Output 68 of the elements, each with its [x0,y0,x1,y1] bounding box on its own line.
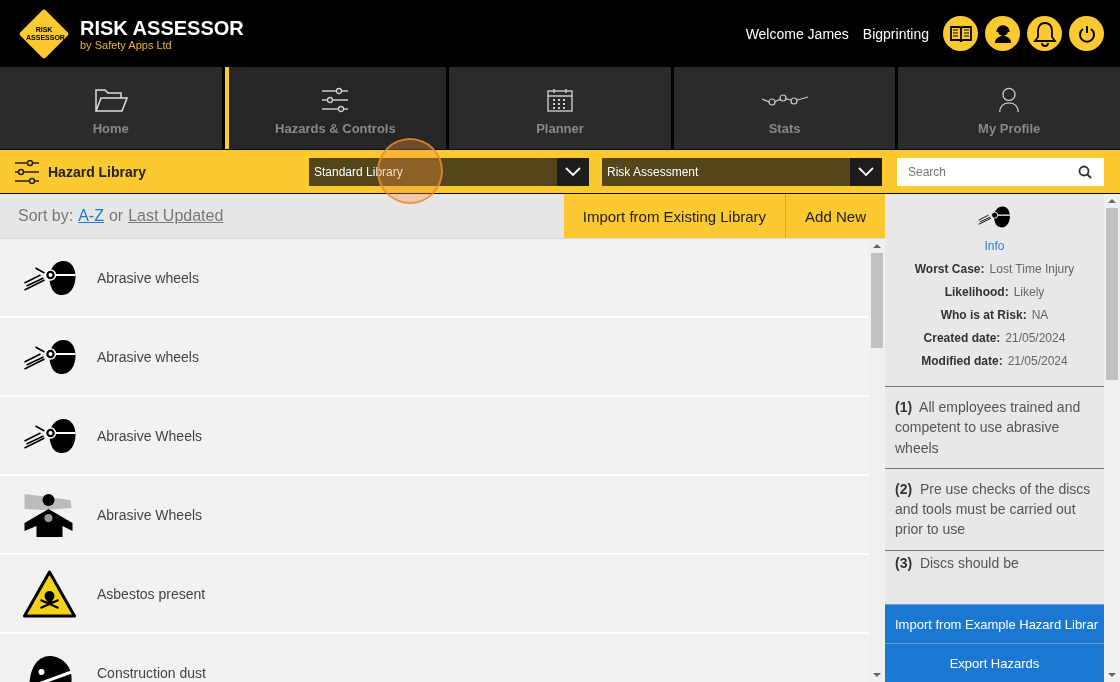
notifications-button[interactable] [1027,16,1062,51]
sort-link[interactable]: Last Updated [128,207,224,225]
calendar-icon [547,87,573,113]
scroll-up-icon[interactable] [873,243,881,249]
panel-button[interactable]: Import from Example Hazard Librar [885,604,1104,643]
nav-tab[interactable]: Home [0,67,222,149]
skull-warning-sign-icon [22,569,77,618]
book-icon [949,24,972,43]
power-icon [1077,24,1096,43]
power-button[interactable] [1069,16,1104,51]
app-title: RISK ASSESSOR [80,16,244,39]
info-label: Worst Case: [914,262,985,276]
info-value: 21/05/2024 [1007,354,1068,368]
page-title: Hazard Library [48,163,147,180]
info-label: Created date: [923,331,1001,345]
headset-person-icon [992,23,1013,44]
goggles-head-icon [978,206,1011,228]
action-button[interactable]: Import from Existing Library [563,194,786,238]
panel-button[interactable]: Export Hazards [885,643,1104,682]
scroll-up-icon[interactable] [1108,198,1116,204]
info-value: Lost Time Injury [989,262,1075,276]
assessment-type-select[interactable]: Risk Assessment [602,157,882,186]
sliders-icon [321,87,350,113]
sliders-icon [14,159,40,184]
control-measure: (1) All employees trained and competent to use abrasive wheels [895,399,1081,456]
library-select[interactable]: Standard Library [309,157,589,186]
app-subtitle: by Safety Apps Ltd [80,38,173,51]
person-icon [997,87,1022,113]
info-value: 21/05/2024 [1005,331,1066,345]
control-measure: (3) Discs should be [895,554,1019,571]
scroll-thumb[interactable] [1106,208,1118,380]
support-button[interactable] [985,16,1020,51]
nav-tab[interactable]: Stats [673,67,896,149]
sort-link[interactable]: A-Z [78,207,104,225]
control-measure: (2) Pre use checks of the discs and tools must be carried out prior to use [895,480,1091,538]
hazard-name: Abrasive wheels [97,348,199,365]
welcome-text: Welcome James [745,25,849,42]
book-button[interactable] [943,16,978,51]
search-field[interactable]: Search [897,157,1104,186]
hazard-name: Construction dust [97,664,206,681]
chevron-down-icon [858,167,874,176]
scroll-down-icon[interactable] [1108,672,1116,678]
goggles-head-icon [22,259,77,296]
goggles-head-icon [22,338,77,375]
info-value: Likely [1013,285,1045,299]
scroll-down-icon[interactable] [873,672,881,678]
nav-tab[interactable]: Planner [449,67,671,149]
hazard-name: Asbestos present [97,585,206,602]
nav-tab[interactable]: Hazards & Controls [224,67,447,149]
info-label: Likelihood: [944,285,1009,299]
hazard-name: Abrasive wheels [97,269,199,286]
sort-label: Sort by: [18,207,74,225]
search-icon [1078,164,1092,179]
sort-joiner: or [108,207,124,225]
scroll-thumb[interactable] [871,253,883,348]
goggles-head-icon [22,417,77,454]
info-value: NA [1031,308,1049,322]
info-label: Modified date: [921,354,1003,368]
hazard-name: Abrasive Wheels [97,506,203,523]
action-button[interactable]: Add New [786,194,885,238]
chevron-down-icon [565,167,581,176]
info-heading: Info [984,239,1005,253]
company-name: Bigprinting [862,25,929,42]
info-label: Who is at Risk: [940,308,1027,322]
nav-tab[interactable]: My Profile [898,67,1120,149]
bell-icon [1032,20,1057,47]
folder-icon [93,87,128,113]
hazard-name: Abrasive Wheels [97,427,203,444]
